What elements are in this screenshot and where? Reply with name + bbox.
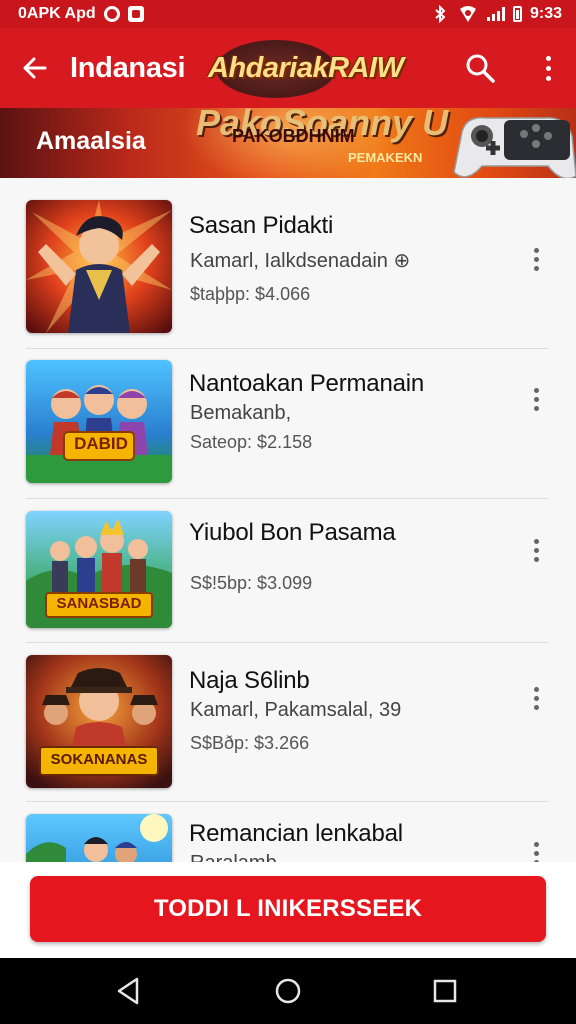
alarm-icon — [459, 6, 476, 22]
more-vert-button[interactable] — [538, 50, 558, 86]
sync-icon — [103, 6, 120, 22]
item-more-button[interactable] — [529, 244, 543, 274]
game-price: S$Bðp: $3.266 — [190, 733, 310, 753]
game-meta: Kamarl, Pakamsalal, 39 — [190, 699, 402, 721]
promo-banner[interactable]: Amaalsia PakoSoanny U PAKOBDHNIM PEMAKEK… — [0, 108, 576, 178]
list-item[interactable]: SANASBAD Yiubol Bon Pasama S$!5bp: $3.09… — [26, 511, 549, 629]
nav-back-button[interactable] — [111, 974, 145, 1008]
status-bar: 0APK Apd 9:33 — [0, 0, 576, 28]
game-list: Sasan Pidakti Kamarl, Ialkdsenadain ⊕ $t… — [0, 178, 576, 862]
game-price: S$!5bp: $3.099 — [190, 573, 313, 593]
item-more-button[interactable] — [529, 683, 543, 713]
game-meta: Raralamb — [190, 852, 277, 862]
search-icon — [466, 54, 495, 83]
item-more-button[interactable] — [529, 535, 543, 565]
divider — [26, 801, 549, 802]
app-bar: Indanasi AhdariakRAIW — [0, 28, 576, 108]
banner-label: Amaalsia — [36, 127, 146, 155]
game-thumbnail: SANASBAD — [26, 511, 172, 628]
arrow-back-icon — [23, 57, 47, 79]
app-title: Indanasi — [70, 51, 186, 84]
thumbnail-label: SOKANANAS — [50, 751, 148, 768]
game-title: Sasan Pidakti — [189, 212, 334, 239]
notification-icon — [127, 6, 144, 22]
more-vert-icon — [533, 686, 539, 692]
more-vert-icon — [545, 55, 551, 61]
hero-artwork — [26, 200, 172, 333]
recents-square-icon — [433, 979, 457, 1003]
banner-cta: PEMAKEKN — [348, 150, 423, 165]
list-item[interactable]: SOKANANAS Naja S6linb Kamarl, Pakamsalal… — [26, 655, 549, 788]
logo-text: AhdariakRAIW — [208, 52, 404, 84]
team-artwork — [26, 360, 172, 483]
back-button[interactable] — [0, 28, 70, 108]
game-title: Yiubol Bon Pasama — [189, 519, 396, 546]
nav-home-button[interactable] — [271, 974, 305, 1008]
divider — [26, 642, 549, 643]
thumbnail-label: DABID — [74, 434, 128, 453]
status-left: 0APK Apd — [18, 5, 144, 23]
screen: 0APK Apd 9:33 Indanasi AhdariakRAIW Amaa… — [0, 0, 576, 1024]
app-logo: AhdariakRAIW — [196, 34, 421, 104]
item-more-button[interactable] — [529, 384, 543, 414]
pirate-artwork — [26, 655, 172, 788]
game-title: Nantoakan Permanain — [189, 370, 425, 397]
game-controller-icon — [453, 117, 576, 178]
beach-artwork — [26, 814, 172, 862]
game-price: $taþþp: $4.066 — [190, 284, 311, 304]
game-thumbnail — [26, 200, 172, 333]
game-meta: Kamarl, Ialkdsenadain ⊕ — [190, 250, 411, 272]
game-thumbnail: DABID — [26, 360, 172, 483]
game-title: Naja S6linb — [189, 667, 310, 694]
more-vert-icon — [533, 841, 539, 847]
bluetooth-icon — [435, 5, 446, 23]
banner-subtitle: PAKOBDHNIM — [232, 126, 355, 146]
game-price: Sateop: $2.158 — [190, 432, 313, 452]
signal-icon — [486, 7, 505, 21]
list-item[interactable]: DABID Nantoakan Permanain Bemakanb, Sate… — [26, 360, 549, 484]
system-nav-bar — [0, 958, 576, 1024]
item-more-button[interactable] — [529, 838, 543, 862]
status-left-text: 0APK Apd — [18, 5, 96, 22]
divider — [26, 348, 549, 349]
game-thumbnail — [26, 814, 172, 862]
home-circle-icon — [275, 978, 301, 1004]
battery-icon — [512, 6, 522, 22]
game-meta: Bemakanb, — [190, 402, 292, 424]
search-button[interactable] — [462, 50, 498, 86]
status-right: 9:33 — [431, 5, 562, 23]
more-vert-icon — [533, 247, 539, 253]
back-triangle-icon — [117, 977, 139, 1005]
more-vert-icon — [533, 387, 539, 393]
list-item[interactable]: Sasan Pidakti Kamarl, Ialkdsenadain ⊕ $t… — [26, 200, 549, 334]
game-title: Remancian lenkabal — [189, 820, 403, 847]
bottom-action-area: TODDI L INIKERSSEEK — [0, 862, 576, 958]
game-thumbnail: SOKANANAS — [26, 655, 172, 788]
divider — [26, 498, 549, 499]
thumbnail-label: SANASBAD — [56, 595, 142, 612]
nav-recents-button[interactable] — [428, 974, 462, 1008]
more-vert-icon — [533, 538, 539, 544]
status-time: 9:33 — [529, 5, 562, 22]
list-item[interactable]: Remancian lenkabal Raralamb — [26, 814, 549, 862]
primary-action-button[interactable]: TODDI L INIKERSSEEK — [30, 876, 546, 942]
